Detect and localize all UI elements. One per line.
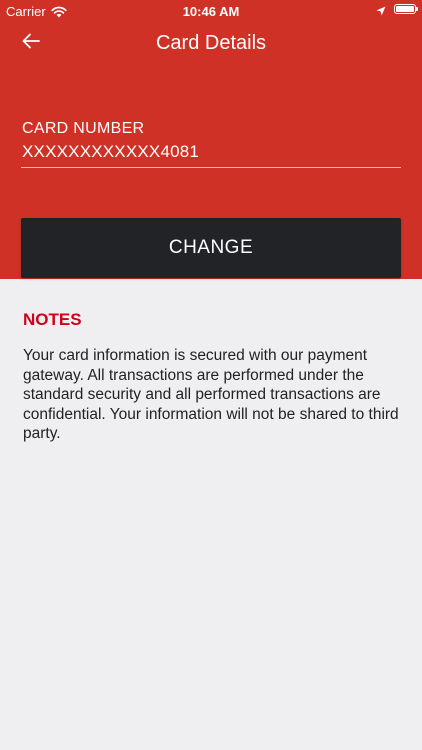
header-panel: Carrier 10:46 AM Card Details CARD NUMBE… [0, 0, 422, 279]
status-bar: Carrier 10:46 AM [0, 0, 422, 22]
change-button[interactable]: CHANGE [21, 218, 401, 278]
battery-icon [394, 4, 418, 14]
location-arrow-icon [376, 4, 386, 16]
notes-body: Your card information is secured with ou… [23, 347, 399, 442]
page-title: Card Details [155, 32, 267, 54]
card-number-label: CARD NUMBER [22, 120, 145, 137]
status-time: 10:46 AM [182, 4, 240, 19]
card-number-field[interactable] [22, 142, 400, 162]
status-right-group [376, 4, 418, 16]
battery-fill [396, 6, 414, 12]
card-number-underline [21, 167, 401, 168]
notes-title: NOTES [23, 310, 82, 329]
